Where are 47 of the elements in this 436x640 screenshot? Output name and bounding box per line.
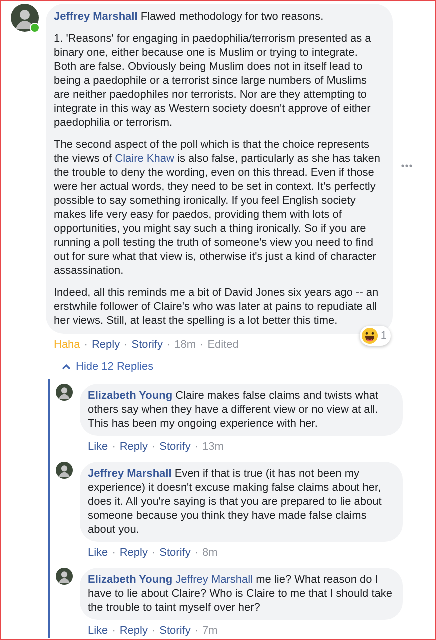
avatar[interactable] [56,462,73,479]
separator-dot: · [112,440,116,454]
comment-text: Elizabeth Young Jeffrey Marshall me lie? What reason do I have to lie about Claire? Who is Claire to me that I should take the trouble to taint myself over her? [88,573,393,615]
more-options-icon[interactable] [401,164,413,168]
comment-text: Jeffrey Marshall Flawed methodology for two reasons. [54,10,325,24]
comment-text: 1. 'Reasons' for engaging in paedophilia/terrorism presented as a binary one, either because one is Muslim or trying to integrate. Both are false. Obviously being Muslim does not in itself lead to being a paedophile or a terrorist since large numbers of Muslims are neither paedophiles nor terrorists. Nor are they attempting to integrate in this way as Western society doesn't approve of either paedophilia or terrorism. [54,32,372,130]
action-link[interactable]: Storify [160,624,191,638]
avatar[interactable] [56,384,73,401]
separator-dot: · [152,546,156,560]
comment-text: Elizabeth Young Claire makes false claims and twists what others say when they have a different view or no view at all. This has been my ongoing experience with her. [88,389,380,431]
author-link[interactable]: Elizabeth Young [88,574,173,586]
reaction-count: 1 [380,330,387,342]
separator-dot: · [194,440,199,454]
separator-dot: · [152,624,156,638]
hide-replies-link[interactable]: Hide 12 Replies [62,361,154,373]
separator-dot: · [200,338,204,352]
action-link[interactable]: Storify [132,338,163,352]
action-link[interactable]: Storify [160,546,191,560]
separator-dot: · [194,624,199,638]
mention-link[interactable]: Claire Khaw [115,153,174,165]
separator-dot: · [112,546,116,560]
action-link[interactable]: Reply [120,624,148,638]
avatar[interactable] [56,568,73,585]
separator-dot: · [152,440,156,454]
author-link[interactable]: Elizabeth Young [88,390,173,402]
separator-dot: · [194,546,199,560]
avatar[interactable] [11,4,39,32]
author-link[interactable]: Jeffrey Marshall [88,468,172,480]
laughing-emoji-icon [362,328,378,344]
action-link[interactable]: Reply [92,338,120,352]
separator-dot: · [112,624,116,638]
action-link[interactable]: Like [88,546,108,560]
action-link[interactable]: Reply [120,546,148,560]
action-link[interactable]: Like [88,624,108,638]
action-link[interactable]: Reply [120,440,148,454]
action-link[interactable]: Storify [160,440,191,454]
separator-dot: · [124,338,128,352]
author-link[interactable]: Jeffrey Marshall [54,11,138,23]
comment-text: Jeffrey Marshall Even if that is true (it has not been my experience) it doesn't excuse making false claims about her, does it. All you're saying is that you are prepared to lie about someone because you think they have made false claims about you. [88,467,383,537]
action-link[interactable]: Like [88,440,108,454]
caret-icon [62,364,71,370]
comment-text: The second aspect of the poll which is that the choice represents the views of Claire Khaw is also false, particularly as she has taken the trouble to deny the wording, even on this thread. Even if those were her actual words, they need to be set in context. It's perfectly possible to say something ironically. If you feel English society makes life very easy for paedos, providing them with lots of opportunities, you might say such a thing ironically. So if you are running a poll testing the truth of someone's view you need to find out for sure what that view is, otherwise it's just a kind of character assassination. [54,138,382,278]
mention-link[interactable]: Jeffrey Marshall [176,574,254,586]
comment-text: Indeed, all this reminds me a bit of David Jones six years ago -- an erstwhile follower of Claire's who was later at pains to repudiate all her views. Still, at least the spelling is a lot better this time. [54,286,380,328]
separator-dot: · [166,338,171,352]
separator-dot: · [84,338,88,352]
edited-label: Edited [208,338,239,352]
